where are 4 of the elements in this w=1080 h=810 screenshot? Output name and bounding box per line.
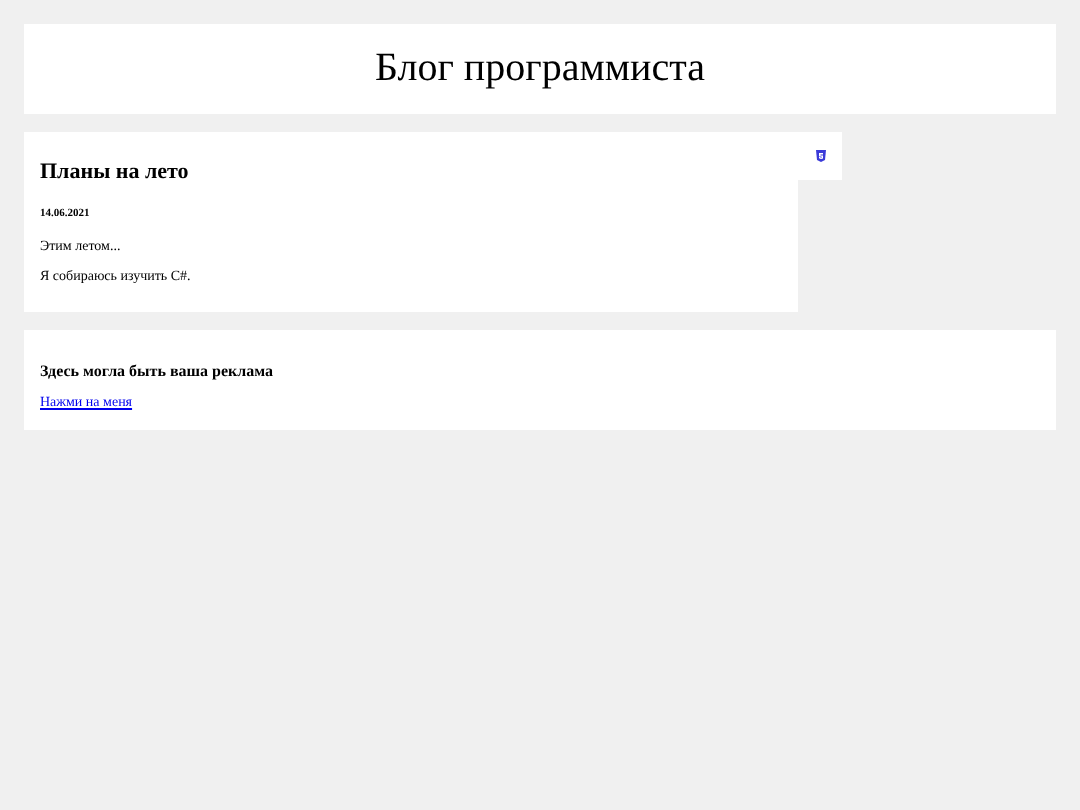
ad-title: Здесь могла быть ваша реклама: [40, 362, 274, 380]
shield-icon[interactable]: [815, 150, 825, 162]
post-title: Планы на лето: [40, 160, 189, 184]
blog-title: Блог программиста: [375, 46, 705, 92]
